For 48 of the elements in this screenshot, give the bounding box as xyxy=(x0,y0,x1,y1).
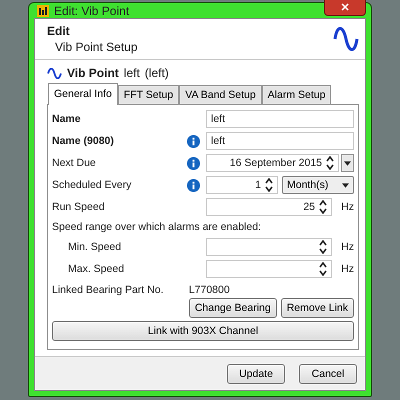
caret-icon xyxy=(344,160,351,166)
tab[interactable]: FFT Setup xyxy=(118,85,180,104)
field-label: Min. Speed xyxy=(67,241,122,253)
spinner-arrows-icon[interactable] xyxy=(265,178,273,192)
field-label: Name (9080) xyxy=(52,135,115,147)
wave-icon xyxy=(333,27,359,51)
point-name: left xyxy=(124,66,140,80)
window-title: Edit: Vib Point xyxy=(54,4,130,18)
spinner-arrows-icon[interactable] xyxy=(326,156,334,170)
dialog-button[interactable]: Cancel xyxy=(299,364,357,384)
close-button[interactable]: ✕ xyxy=(324,0,366,16)
bearing-button[interactable]: Change Bearing xyxy=(188,298,277,318)
spinner-arrows-icon[interactable] xyxy=(319,240,327,254)
spinner-arrows-icon[interactable] xyxy=(319,200,327,214)
dialog-button[interactable]: Update xyxy=(227,364,285,384)
field-label: Scheduled Every xyxy=(52,179,132,191)
field-label: Run Speed xyxy=(52,201,106,213)
field-label: Linked Bearing Part No. xyxy=(52,284,164,296)
unit-label: Hz xyxy=(340,263,354,275)
link-channel-button[interactable]: Link with 903X Channel xyxy=(52,321,354,341)
field-label: Max. Speed xyxy=(67,263,126,275)
number-field[interactable] xyxy=(206,238,332,256)
caret-icon xyxy=(342,182,349,188)
unit-dropdown[interactable]: Month(s) xyxy=(282,176,354,194)
point-type: Vib Point xyxy=(67,66,119,80)
header-subtitle: Vib Point Setup xyxy=(54,40,138,54)
tab[interactable]: General Info xyxy=(48,83,118,105)
input-field[interactable]: left xyxy=(206,110,354,128)
app-icon xyxy=(37,4,49,16)
bearing-part-number: L770800 xyxy=(188,284,231,296)
tab[interactable]: Alarm Setup xyxy=(262,85,332,104)
wave-icon xyxy=(47,68,62,78)
number-field[interactable] xyxy=(206,260,332,278)
point-detail: (left) xyxy=(144,66,169,80)
calendar-dropdown-button[interactable] xyxy=(341,154,354,172)
input-field[interactable]: left xyxy=(206,132,354,150)
bearing-button[interactable]: Remove Link xyxy=(280,298,354,318)
tab[interactable]: VA Band Setup xyxy=(179,85,262,104)
header-title: Edit xyxy=(47,24,71,38)
field-label: Next Due xyxy=(52,157,97,169)
date-field[interactable]: 16 September 2015 xyxy=(206,154,339,172)
spinner-arrows-icon[interactable] xyxy=(319,262,327,276)
unit-label: Hz xyxy=(340,241,354,253)
section-caption: Speed range over which alarms are enabled: xyxy=(52,220,262,235)
field-label: Name xyxy=(52,113,82,125)
number-field[interactable]: 25 xyxy=(206,198,332,216)
unit-label: Hz xyxy=(340,201,354,213)
number-field[interactable]: 1 xyxy=(206,176,278,194)
